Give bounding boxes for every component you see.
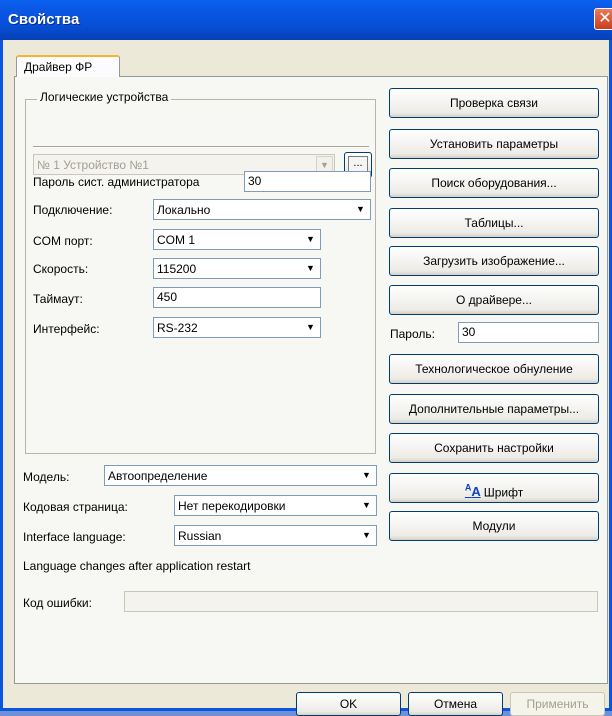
title-bar[interactable]: Свойства ✕ [0,0,612,40]
apply-button[interactable]: Применить [510,692,605,716]
password-input[interactable]: 30 [458,322,599,343]
interface-select[interactable]: RS-232 ▼ [153,317,321,338]
language-value: Russian [178,529,222,543]
check-connection-button[interactable]: Проверка связи [389,88,599,118]
tables-button[interactable]: Таблицы... [389,208,599,238]
chevron-down-icon: ▼ [358,527,375,544]
model-value: Автоопределение [108,469,208,483]
language-note: Language changes after application resta… [23,559,251,573]
device-select-value: № 1 Устройство №1 [37,158,149,172]
connection-select[interactable]: Локально ▼ [153,199,371,220]
error-code-field [124,591,598,612]
close-icon: ✕ [598,10,612,27]
admin-password-input[interactable]: 30 [244,171,371,192]
language-select[interactable]: Russian ▼ [174,525,377,546]
chevron-down-icon: ▼ [302,319,319,336]
speed-label: Скорость: [33,262,89,276]
com-port-label: COM порт: [33,234,93,248]
set-params-button[interactable]: Установить параметры [389,129,599,159]
additional-params-button[interactable]: Дополнительные параметры... [389,394,599,424]
timeout-label: Таймаут: [33,292,83,306]
interface-label: Интерфейс: [33,322,100,336]
language-label: Interface language: [23,530,126,544]
codepage-value: Нет перекодировки [178,499,286,513]
chevron-down-icon: ▼ [352,201,369,218]
codepage-label: Кодовая страница: [23,500,128,514]
chevron-down-icon: ▼ [302,260,319,277]
font-icon: AA [464,483,481,500]
group-divider [33,146,369,148]
close-button[interactable]: ✕ [594,8,612,30]
load-image-button[interactable]: Загрузить изображение... [389,246,599,276]
chevron-down-icon: ▼ [358,467,375,484]
modules-button[interactable]: Модули [389,511,599,541]
chevron-down-icon: ▼ [302,231,319,248]
save-settings-button[interactable]: Сохранить настройки [389,433,599,463]
connection-label: Подключение: [33,203,113,217]
logical-devices-label: Логические устройства [37,90,172,104]
font-button-label: Шрифт [483,485,524,500]
model-label: Модель: [23,470,70,484]
codepage-select[interactable]: Нет перекодировки ▼ [174,495,377,516]
interface-value: RS-232 [157,321,198,335]
connection-value: Локально [157,203,211,217]
com-port-select[interactable]: COM 1 ▼ [153,229,321,250]
timeout-input[interactable]: 450 [153,287,321,308]
properties-window: Свойства ✕ Драйвер ФР Логические устройс… [0,0,612,716]
about-driver-button[interactable]: О драйвере... [389,285,599,315]
dialog-client: Драйвер ФР Логические устройства № 1 Уст… [3,40,609,716]
cancel-button[interactable]: Отмена [408,692,503,716]
com-port-value: COM 1 [157,233,196,247]
ok-button[interactable]: OK [296,692,401,716]
tab-driver[interactable]: Драйвер ФР [16,55,120,77]
chevron-down-icon: ▼ [358,497,375,514]
speed-select[interactable]: 115200 ▼ [153,258,321,279]
font-button[interactable]: AA Шрифт [389,473,599,503]
tech-reset-button[interactable]: Технологическое обнуление [389,354,599,384]
admin-password-label: Пароль сист. администратора [33,175,200,189]
search-equipment-button[interactable]: Поиск оборудования... [389,168,599,198]
model-select[interactable]: Автоопределение ▼ [104,465,377,486]
error-code-label: Код ошибки: [23,596,92,610]
password-label: Пароль: [390,327,435,341]
window-title: Свойства [8,11,80,28]
speed-value: 115200 [157,262,197,276]
